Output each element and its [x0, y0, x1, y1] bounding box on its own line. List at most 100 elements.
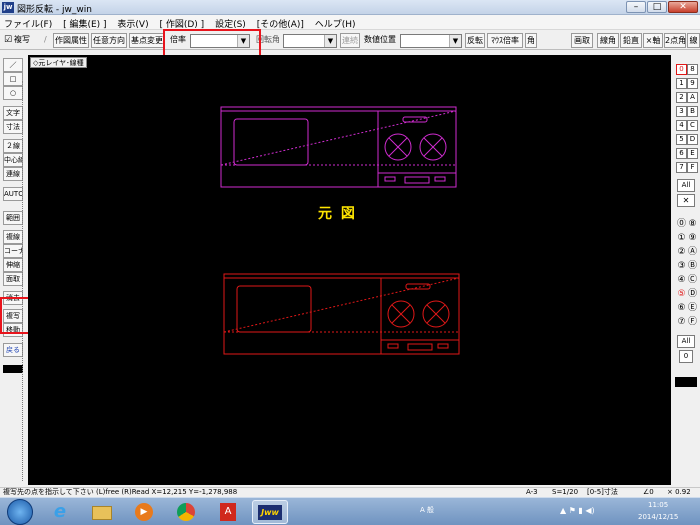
status-paper[interactable]: A-3 — [526, 488, 538, 497]
tool-offset[interactable]: 複線 — [3, 230, 23, 244]
layer-button-D[interactable]: D — [687, 134, 698, 145]
minimize-button[interactable]: – — [626, 1, 646, 13]
start-button-icon[interactable] — [7, 499, 33, 525]
layer-group-button-10[interactable]: Ⓐ — [687, 248, 698, 259]
fukusha-checkbox[interactable]: ☑ — [4, 33, 12, 48]
layer-button-0[interactable]: 0 — [676, 64, 687, 75]
layer-group-all-button[interactable]: All — [677, 335, 695, 348]
enchoku-button[interactable]: 鉛直 — [620, 33, 642, 48]
tool-center-line[interactable]: 中心線 — [3, 153, 23, 167]
kaitenkaku-combo[interactable]: ▼ — [283, 34, 337, 48]
cad-drawing[interactable] — [28, 55, 671, 485]
line-type-sample-right — [675, 377, 697, 387]
tool-chamfer[interactable]: 面取 — [3, 272, 23, 286]
tool-extend[interactable]: 伸縮 — [3, 258, 23, 272]
layer-button-1[interactable]: 1 — [676, 78, 687, 89]
menu-other[interactable]: [その他(A)] — [253, 15, 308, 30]
sen-button[interactable]: 線 — [687, 33, 700, 48]
layer-group-button-2[interactable]: ② — [676, 248, 687, 259]
nini-houkou-button[interactable]: 任意方向 — [91, 33, 127, 48]
clock-date[interactable]: 2014/12/15 — [638, 513, 678, 521]
tool-line[interactable]: ／ — [3, 58, 23, 72]
menu-draw[interactable]: [ 作図(D) ] — [155, 15, 208, 30]
renzoku-button[interactable]: 連続 — [340, 33, 360, 48]
mouse-bairitsu-button[interactable]: ﾏｳｽ倍率 — [487, 33, 523, 48]
chevron-down-icon[interactable]: ▼ — [449, 35, 461, 47]
jw-cad-taskbar-icon[interactable]: Jww — [252, 500, 288, 524]
layer-group-button-0[interactable]: ⓪ — [676, 220, 687, 231]
media-player-icon[interactable]: ▶ — [126, 500, 162, 524]
layer-group-button-14[interactable]: Ⓔ — [687, 304, 698, 315]
layer-group-button-6[interactable]: ⑥ — [676, 304, 687, 315]
layer-button-3[interactable]: 3 — [676, 106, 687, 117]
menu-view[interactable]: 表示(V) — [113, 15, 152, 30]
tool-circle[interactable]: ○ — [3, 86, 23, 100]
tool-undo[interactable]: 戻る — [3, 343, 23, 357]
layer-group-button-11[interactable]: Ⓑ — [687, 262, 698, 273]
kaku-button[interactable]: 角 — [525, 33, 537, 48]
layer-button-6[interactable]: 6 — [676, 148, 687, 159]
layer-group-button-8[interactable]: ⑧ — [687, 220, 698, 231]
explorer-folder-icon[interactable] — [84, 500, 120, 524]
status-zoom[interactable]: × 0.92 — [667, 488, 691, 497]
acrobat-icon[interactable]: A — [210, 500, 246, 524]
tray-icons[interactable]: ▲ ⚑ ▮ ◀) — [560, 506, 595, 515]
layer-button-F[interactable]: F — [687, 162, 698, 173]
layer-button-B[interactable]: B — [687, 106, 698, 117]
layer-group-button-15[interactable]: Ⓕ — [687, 318, 698, 329]
menu-settings[interactable]: 設定(S) — [211, 15, 250, 30]
layer-button-2[interactable]: 2 — [676, 92, 687, 103]
chrome-icon[interactable] — [168, 500, 204, 524]
internet-explorer-icon[interactable]: e — [42, 500, 78, 524]
layer-group-button-7[interactable]: ⑦ — [676, 318, 687, 329]
tool-continuous-line[interactable]: 連線 — [3, 167, 23, 181]
clock-time[interactable]: 11:05 — [648, 501, 668, 509]
layer-group-button-13[interactable]: Ⓓ — [687, 290, 698, 301]
tool-auto[interactable]: AUTO — [3, 187, 23, 201]
maximize-button[interactable]: □ — [647, 1, 667, 13]
layer-group-button-4[interactable]: ④ — [676, 276, 687, 287]
layer-x-button[interactable]: ✕ — [677, 194, 695, 207]
gashu-button[interactable]: 画取 — [571, 33, 593, 48]
layer-button-4[interactable]: 4 — [676, 120, 687, 131]
layer-group-button-9[interactable]: ⑨ — [687, 234, 698, 245]
layer-group-button-1[interactable]: ① — [676, 234, 687, 245]
layer-button-A[interactable]: A — [687, 92, 698, 103]
tool-double-line[interactable]: ２線 — [3, 139, 23, 153]
tool-corner[interactable]: コーナー — [3, 244, 23, 258]
ime-indicator[interactable]: A 般 — [420, 505, 434, 515]
layer-button-8[interactable]: 8 — [687, 64, 698, 75]
kiten-henkou-button[interactable]: 基点変更 — [129, 33, 165, 48]
layer-group-button-5[interactable]: ⑤ — [676, 290, 687, 301]
suuchi-ichi-combo[interactable]: ▼ — [400, 34, 462, 48]
menu-file[interactable]: ファイル(F) — [0, 15, 56, 30]
tool-text[interactable]: 文字 — [3, 106, 23, 120]
menu-edit[interactable]: [ 編集(E) ] — [59, 15, 110, 30]
layer-button-5[interactable]: 5 — [676, 134, 687, 145]
layer-button-E[interactable]: E — [687, 148, 698, 159]
attribute-toolbar: ☑ 複写 / 作図属性 任意方向 基点変更 倍率 ▼ 回転角 ▼ 連続 数値位置… — [0, 31, 700, 50]
x-axis-button[interactable]: ×軸 — [643, 33, 663, 48]
tool-range[interactable]: 範囲 — [3, 211, 23, 225]
hanten-button[interactable]: 反転 — [465, 33, 485, 48]
layer-group-button-3[interactable]: ③ — [676, 262, 687, 273]
status-scale[interactable]: S=1/20 — [552, 488, 578, 497]
layer-button-7[interactable]: 7 — [676, 162, 687, 173]
layer-group-zero-button[interactable]: 0 — [679, 350, 693, 363]
layer-button-9[interactable]: 9 — [687, 78, 698, 89]
menu-help[interactable]: ヘルプ(H) — [311, 15, 360, 30]
status-angle[interactable]: ∠0 — [643, 488, 654, 497]
tool-dimension[interactable]: 寸法 — [3, 120, 23, 134]
layer-button-C[interactable]: C — [687, 120, 698, 131]
layer-group-button-12[interactable]: Ⓒ — [687, 276, 698, 287]
close-button[interactable]: ✕ — [668, 1, 698, 13]
drawing-canvas[interactable]: ◇元レイヤ･線種 元 図 — [28, 55, 671, 485]
panel-splitter[interactable] — [22, 81, 23, 481]
status-dim[interactable]: [0-5]寸法 — [587, 488, 618, 497]
layer-all-button[interactable]: All — [677, 179, 695, 192]
sakuzu-zokusei-button[interactable]: 作図属性 — [53, 33, 89, 48]
chevron-down-icon[interactable]: ▼ — [324, 35, 336, 47]
tool-rectangle[interactable]: □ — [3, 72, 23, 86]
two-point-angle-button[interactable]: 2点角 — [664, 33, 686, 48]
senkaku-button[interactable]: 線角 — [597, 33, 619, 48]
